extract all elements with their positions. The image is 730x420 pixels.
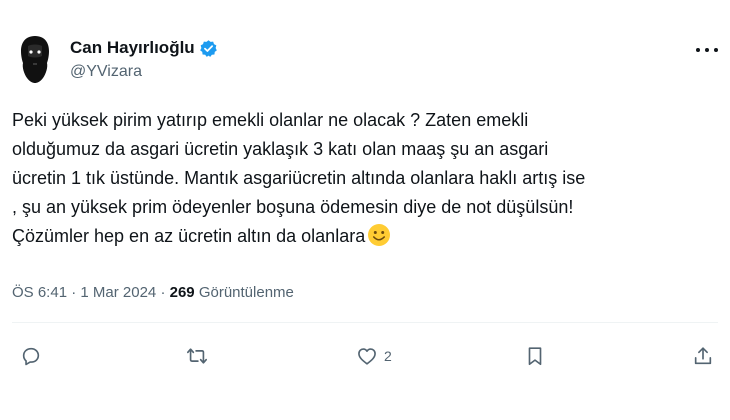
tweet-text: Peki yüksek pirim yatırıp emekli olanlar… [12, 110, 586, 246]
tweet-text-container: Peki yüksek pirim yatırıp emekli olanlar… [12, 106, 720, 251]
bearded-man-silhouette-icon [21, 36, 49, 83]
tweet-date[interactable]: 1 Mar 2024 [80, 284, 156, 301]
retweet-button[interactable] [186, 345, 214, 367]
tweet-card: Can Hayırlıoğlu @YVizara Peki yüksek pir… [0, 0, 730, 420]
divider [12, 322, 718, 323]
meta-separator: · [160, 284, 166, 301]
more-dot-icon [705, 48, 709, 52]
reply-icon [22, 347, 40, 366]
tweet-meta: ÖS 6:41 · 1 Mar 2024 · 269 Görüntülenme [12, 284, 294, 301]
more-options-button[interactable] [696, 44, 718, 56]
author-display-name[interactable]: Can Hayırlıoğlu [70, 38, 195, 58]
meta-separator: · [71, 284, 77, 301]
more-dot-icon [714, 48, 718, 52]
views-label: Görüntülenme [198, 284, 294, 301]
heart-icon [358, 348, 376, 365]
views-count: 269 [169, 284, 195, 301]
author-handle[interactable]: @YVizara [70, 63, 142, 81]
retweet-icon [187, 348, 207, 364]
more-dot-icon [696, 48, 700, 52]
bookmark-button[interactable] [524, 345, 552, 367]
author-name-row[interactable]: Can Hayırlıoğlu [70, 38, 218, 58]
like-button[interactable]: 2 [356, 345, 392, 367]
avatar[interactable] [13, 34, 57, 84]
share-icon [694, 347, 712, 365]
like-count: 2 [384, 348, 392, 364]
share-button[interactable] [692, 345, 714, 367]
tweet-time[interactable]: ÖS 6:41 [12, 284, 67, 301]
verified-badge-icon [199, 39, 217, 57]
reply-button[interactable] [20, 345, 48, 367]
smiling-face-emoji-icon [368, 224, 391, 246]
bookmark-icon [528, 347, 542, 366]
